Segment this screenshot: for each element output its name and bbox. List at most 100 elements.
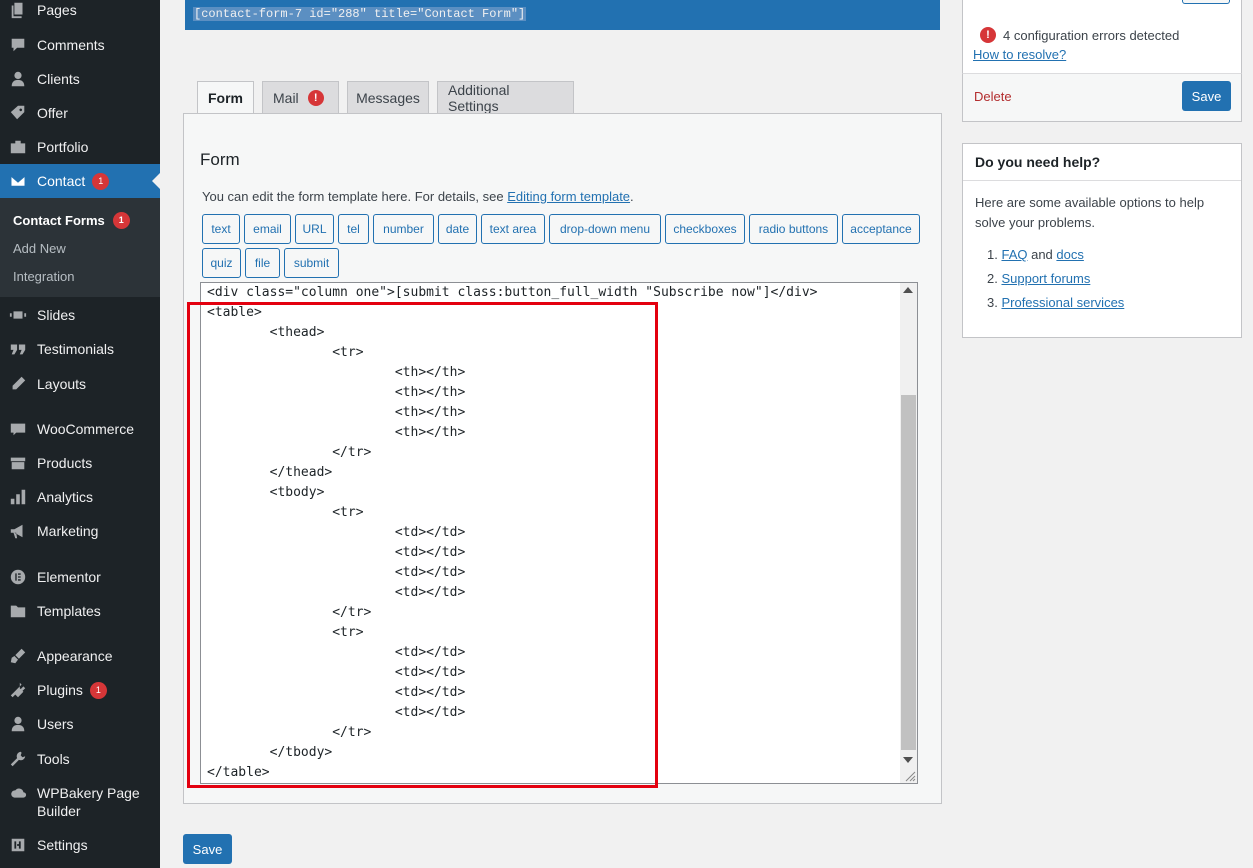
save-button-top[interactable]: Save [1182,81,1231,111]
tag-button-text[interactable]: text [202,214,240,244]
menu-label: Tools [37,751,70,767]
menu-item-contact[interactable]: Contact 1 [0,164,160,198]
marketing-icon [8,521,28,541]
menu-label: Analytics [37,489,94,505]
submenu-label: Add New [13,240,66,256]
editor-scrollbar[interactable] [900,283,917,783]
submenu-item-add-new[interactable]: Add New [13,238,66,258]
menu-item-pages[interactable]: Pages [0,0,160,27]
menu-item-marketing[interactable]: Marketing [0,514,160,548]
docs-link[interactable]: docs [1056,247,1083,262]
clients-icon [8,69,28,89]
tag-button-date[interactable]: date [438,214,477,244]
submenu-item-contact-forms[interactable]: Contact Forms 1 [13,210,130,230]
tag-button-email[interactable]: email [244,214,291,244]
delete-link[interactable]: Delete [974,89,1012,104]
how-to-resolve-link[interactable]: How to resolve? [973,47,1066,62]
tools-icon [8,749,28,769]
tag-button-submit[interactable]: submit [284,248,339,278]
submenu-label: Contact Forms [13,212,105,228]
menu-label: Comments [37,37,105,53]
menu-item-testimonials[interactable]: Testimonials [0,332,160,366]
menu-item-users[interactable]: Users [0,707,160,741]
editing-form-template-link[interactable]: Editing form template [507,189,630,204]
scroll-down-arrow-icon[interactable] [903,757,913,763]
menu-item-elementor[interactable]: Elementor [0,560,160,594]
woocommerce-icon [8,419,28,439]
form-heading: Form [200,150,240,169]
menu-item-wpbakery[interactable]: WPBakery Page Builder [0,784,160,820]
submenu-item-integration[interactable]: Integration [13,266,74,286]
scroll-up-arrow-icon[interactable] [903,287,913,293]
tag-button-text-area[interactable]: text area [481,214,545,244]
scrollbar-thumb[interactable] [901,395,916,750]
faq-link[interactable]: FAQ [1001,247,1027,262]
menu-item-templates[interactable]: Templates [0,594,160,628]
menu-label: WooCommerce [37,421,134,437]
tag-button-radio-buttons[interactable]: radio buttons [749,214,838,244]
menu-label: Products [37,455,93,471]
tag-button-url[interactable]: URL [295,214,334,244]
menu-item-comments[interactable]: Comments [0,28,160,62]
list-number: 2. [987,271,1002,286]
divider [963,180,1241,181]
menu-item-appearance[interactable]: Appearance [0,639,160,673]
menu-item-products[interactable]: Products [0,446,160,480]
menu-label: Settings [37,837,88,853]
menu-item-slides[interactable]: Slides [0,298,160,332]
tag-button-tel[interactable]: tel [338,214,369,244]
menu-item-woocommerce[interactable]: WooCommerce [0,412,160,446]
tab-additional-settings[interactable]: Additional Settings [437,81,574,114]
list-number: 3. [987,295,1002,310]
tab-label: Form [208,90,243,106]
code-line: <div class="column one">[submit class:bu… [207,285,818,300]
tag-button-drop-down-menu[interactable]: drop-down menu [549,214,661,244]
tab-messages[interactable]: Messages [347,81,429,113]
menu-item-plugins[interactable]: Plugins 1 [0,673,160,707]
menu-item-tools[interactable]: Tools [0,742,160,776]
support-forums-link[interactable]: Support forums [1001,271,1090,286]
tag-button-quiz[interactable]: quiz [202,248,241,278]
help-list-item: 3. Professional services [987,295,1124,310]
save-button-bottom[interactable]: Save [183,834,232,864]
mail-icon [8,171,28,191]
menu-item-offer[interactable]: Offer [0,96,160,130]
menu-label: Layouts [37,376,87,392]
form-description: You can edit the form template here. For… [202,189,634,204]
settings-icon [8,835,28,855]
quote-icon [8,339,28,359]
tag-button-checkboxes[interactable]: checkboxes [665,214,745,244]
errors-text: 4 configuration errors detected [1003,27,1180,43]
offer-icon [8,103,28,123]
tag-button-file[interactable]: file [245,248,280,278]
menu-item-settings[interactable]: Settings [0,828,160,862]
tab-label: Messages [356,89,420,106]
desc-text: You can edit the form template here. For… [202,189,508,204]
alert-icon: ! [307,89,324,106]
tab-form[interactable]: Form [197,81,254,114]
list-number: 1. [987,247,1002,262]
menu-item-analytics[interactable]: Analytics [0,480,160,514]
menu-label: Slides [37,307,76,323]
menu-item-layouts[interactable]: Layouts [0,367,160,401]
tag-button-acceptance[interactable]: acceptance [842,214,920,244]
menu-label: Portfolio [37,139,89,155]
update-count-badge: 1 [89,681,107,699]
menu-label: Users [37,716,74,732]
shortcode-text[interactable]: [contact-form-7 id="288" title="Contact … [193,7,527,21]
menu-item-clients[interactable]: Clients [0,62,160,96]
top-button-edge[interactable] [1182,0,1230,4]
tag-button-number[interactable]: number [373,214,434,244]
tab-label: Additional Settings [448,81,510,114]
resize-handle-icon[interactable] [904,770,916,782]
professional-services-link[interactable]: Professional services [1001,295,1124,310]
help-title: Do you need help? [975,154,1101,170]
templates-icon [8,601,28,621]
help-list-item: 2. Support forums [987,271,1090,286]
update-count-badge: 1 [112,211,130,229]
menu-label: Appearance [37,648,113,664]
menu-label: Pages [37,2,77,18]
menu-item-portfolio[interactable]: Portfolio [0,130,160,164]
plugins-icon [8,680,28,700]
tab-mail[interactable]: Mail ! [262,81,339,113]
